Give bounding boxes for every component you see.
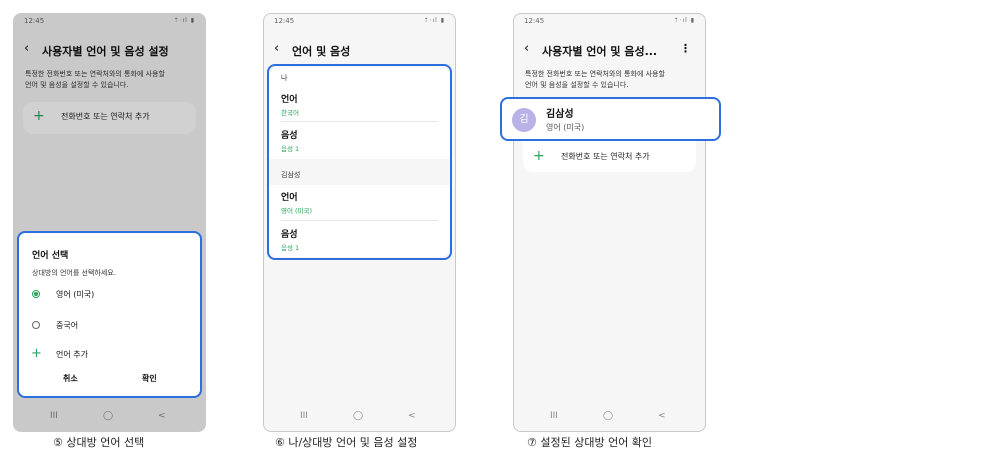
plus-icon: + <box>533 148 545 164</box>
status-bar: 12:45 ⇡⋅ıl ▮ <box>274 17 445 29</box>
add-contact-button[interactable]: + 전화번호 또는 연락처 추가 <box>523 142 696 172</box>
phone-screen-confirm: 12:45 ⇡⋅ıl ▮ ‹ 사용자별 언어 및 음성... ⋮ 특정한 전화번… <box>500 13 721 432</box>
navigation-bar: III ◯ < <box>514 411 705 423</box>
caption-step-7: ⑦ 설정된 상대방 언어 확인 <box>527 436 653 449</box>
add-contact-label: 전화번호 또는 연락처 추가 <box>561 152 650 161</box>
status-icons: ⇡⋅ıl ▮ <box>673 17 695 24</box>
description: 특정한 전화번호 또는 연락처와의 통화에 사용할 언어 및 음성을 설정할 수… <box>525 69 695 91</box>
description-line: 특정한 전화번호 또는 연락처와의 통화에 사용할 <box>525 70 665 78</box>
caption-step-5: ⑤ 상대방 언어 선택 <box>53 436 145 449</box>
recent-apps-icon[interactable]: III <box>300 411 308 421</box>
navigation-bar: III ◯ < <box>264 411 455 423</box>
page-title: 사용자별 언어 및 음성... <box>542 45 658 58</box>
phone-screen-language-select: 12:45 ⇡⋅ıl ▮ ‹ 사용자별 언어 및 음성 설정 특정한 전화번호 … <box>13 13 206 432</box>
nav-back-icon[interactable]: < <box>658 411 666 421</box>
recent-apps-icon[interactable]: III <box>550 411 558 421</box>
contact-item-kimsamsung[interactable]: 김 김삼성 영어 (미국) <box>500 97 721 141</box>
app-bar: ‹ 언어 및 음성 <box>274 41 445 60</box>
description-line: 언어 및 음성을 설정할 수 있습니다. <box>525 81 629 89</box>
status-icons: ⇡⋅ıl ▮ <box>423 17 445 24</box>
home-icon[interactable]: ◯ <box>603 411 613 421</box>
back-arrow-icon[interactable]: ‹ <box>274 41 279 56</box>
page-title: 언어 및 음성 <box>292 45 351 58</box>
back-arrow-icon[interactable]: ‹ <box>524 41 529 56</box>
caption-step-6: ⑥ 나/상대방 언어 및 음성 설정 <box>275 436 418 449</box>
highlight-box <box>267 64 452 260</box>
contact-language: 영어 (미국) <box>546 123 585 132</box>
app-bar: ‹ 사용자별 언어 및 음성... ⋮ <box>524 41 695 60</box>
status-time: 12:45 <box>274 17 295 25</box>
status-time: 12:45 <box>524 17 545 25</box>
avatar: 김 <box>512 108 536 132</box>
status-bar: 12:45 ⇡⋅ıl ▮ <box>524 17 695 29</box>
contact-name: 김삼성 <box>546 109 574 120</box>
phone-screen-language-voice: 12:45 ⇡⋅ıl ▮ ‹ 언어 및 음성 나 언어 한국어 음성 음성 1 … <box>263 13 456 432</box>
highlight-box <box>17 231 202 398</box>
nav-back-icon[interactable]: < <box>408 411 416 421</box>
more-options-icon[interactable]: ⋮ <box>680 42 691 55</box>
home-icon[interactable]: ◯ <box>353 411 363 421</box>
